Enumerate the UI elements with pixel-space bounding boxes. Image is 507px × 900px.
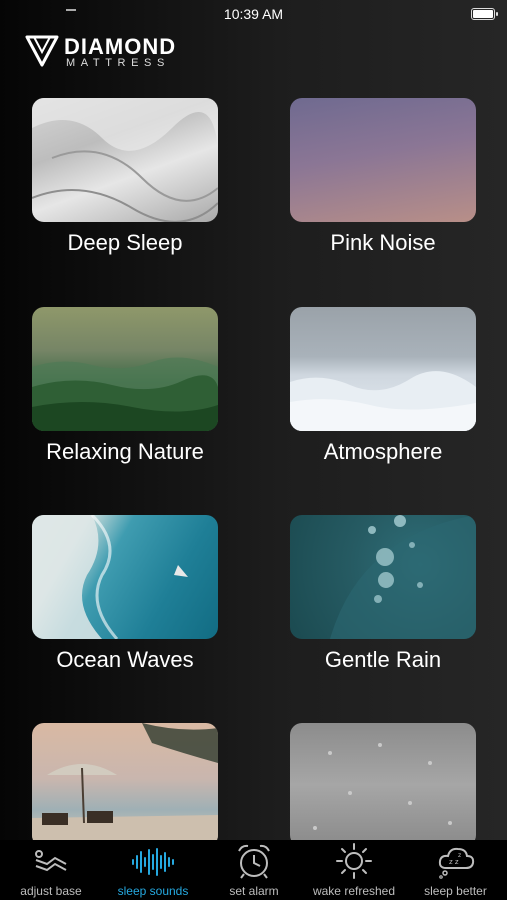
ocean-waves-thumbnail [32,515,218,639]
svg-text:z z: z z [449,858,459,866]
sound-label: Atmosphere [323,439,443,464]
zzz-cloud-icon: z z z [438,847,474,879]
sound-card-ocean-waves[interactable]: Ocean Waves [32,515,218,672]
tab-label: sleep sounds [117,884,189,898]
sound-label: Ocean Waves [56,647,194,672]
brand-logo: DIAMOND MATTRESS [24,34,194,70]
tab-adjust-base[interactable]: adjust base [0,840,102,900]
status-time: 10:39 AM [223,6,284,22]
tab-wake-refreshed[interactable]: wake refreshed [304,840,404,900]
sound-label: Pink Noise [330,230,436,255]
gentle-rain-thumbnail [290,515,476,639]
deep-sleep-thumbnail [32,98,218,222]
tab-sleep-sounds[interactable]: sleep sounds [102,840,204,900]
brand-subtitle: MATTRESS [66,57,170,69]
adjustable-bed-icon [35,850,67,872]
sound-card-rain-window[interactable] [290,723,476,847]
pink-noise-thumbnail [290,98,476,222]
tab-label: set alarm [229,884,279,898]
sound-card-atmosphere[interactable]: Atmosphere [290,307,476,464]
svg-text:z: z [458,852,461,859]
beach-thumbnail [32,723,218,847]
rain-window-thumbnail [290,723,476,847]
atmosphere-thumbnail [290,307,476,431]
diamond-logo-icon [25,35,59,67]
sound-label: Gentle Rain [324,647,442,672]
tab-label: adjust base [20,884,82,898]
sound-card-relaxing-nature[interactable]: Relaxing Nature [32,307,218,464]
sound-label: Relaxing Nature [46,439,204,464]
tab-sleep-better[interactable]: z z z sleep better [404,840,507,900]
tab-label: wake refreshed [312,884,396,898]
sound-wave-icon [132,848,174,876]
bottom-tab-bar: adjust base sleep sounds set alarm wake … [0,840,507,900]
tab-set-alarm[interactable]: set alarm [204,840,304,900]
battery-icon [471,8,498,20]
relaxing-nature-thumbnail [32,307,218,431]
sun-icon [336,843,372,879]
sound-card-pink-noise[interactable]: Pink Noise [290,98,476,255]
status-bar: 10:39 AM [0,0,507,28]
sound-card-deep-sleep[interactable]: Deep Sleep [32,98,218,255]
sound-card-gentle-rain[interactable]: Gentle Rain [290,515,476,672]
sound-label: Deep Sleep [67,230,183,255]
tab-label: sleep better [424,884,487,898]
alarm-clock-icon [238,844,270,879]
sound-card-beach[interactable] [32,723,218,847]
